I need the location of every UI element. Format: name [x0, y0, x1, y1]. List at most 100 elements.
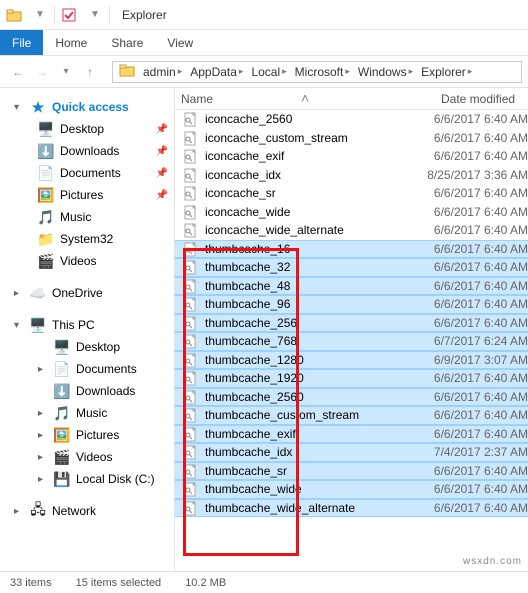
- chevron-right-icon[interactable]: ▸: [239, 66, 244, 77]
- downloads-icon: ⬇️: [38, 143, 54, 159]
- file-row[interactable]: thumbcache_2566/6/2017 6:40 AM: [175, 314, 528, 333]
- ribbon-tab-home[interactable]: Home: [43, 30, 99, 55]
- up-button[interactable]: ↑: [78, 60, 102, 84]
- checkbox-icon[interactable]: [59, 4, 79, 26]
- file-row[interactable]: iconcache_25606/6/2017 6:40 AM: [175, 110, 528, 129]
- file-row[interactable]: thumbcache_idx7/4/2017 2:37 AM: [175, 443, 528, 462]
- file-name: thumbcache_1920: [205, 371, 434, 385]
- nav-quick-access[interactable]: ▾★Quick access: [0, 96, 174, 118]
- nav-desktop[interactable]: 🖥️Desktop📌: [0, 118, 174, 140]
- file-date: 6/6/2017 6:40 AM: [434, 390, 528, 404]
- nav-pc-downloads[interactable]: ▸⬇️Downloads: [0, 380, 174, 402]
- nav-system32[interactable]: 📁System32: [0, 228, 174, 250]
- file-date: 6/6/2017 6:40 AM: [434, 186, 528, 200]
- ribbon-tab-file[interactable]: File: [0, 30, 43, 55]
- nav-pc-videos[interactable]: ▸🎬Videos: [0, 446, 174, 468]
- file-name: thumbcache_96: [205, 297, 434, 311]
- file-date: 6/6/2017 6:40 AM: [434, 131, 528, 145]
- status-bar: 33 items 15 items selected 10.2 MB: [0, 571, 528, 593]
- file-row[interactable]: thumbcache_25606/6/2017 6:40 AM: [175, 388, 528, 407]
- nav-pictures[interactable]: 🖼️Pictures📌: [0, 184, 174, 206]
- pictures-icon: 🖼️: [38, 187, 54, 203]
- nav-onedrive[interactable]: ▸☁️OneDrive: [0, 282, 174, 304]
- file-row[interactable]: thumbcache_12806/9/2017 3:07 AM: [175, 351, 528, 370]
- file-row[interactable]: iconcache_custom_stream6/6/2017 6:40 AM: [175, 129, 528, 148]
- desktop-icon: 🖥️: [38, 121, 54, 137]
- db-file-icon: [183, 296, 199, 312]
- nav-network[interactable]: ▸🖧Network: [0, 500, 174, 522]
- file-name: iconcache_wide: [205, 205, 434, 219]
- folder-icon[interactable]: [4, 4, 24, 26]
- pin-icon: 📌: [156, 124, 168, 135]
- ribbon-tab-view[interactable]: View: [155, 30, 205, 55]
- nav-videos[interactable]: 🎬Videos: [0, 250, 174, 272]
- file-row[interactable]: thumbcache_wide_alternate6/6/2017 6:40 A…: [175, 499, 528, 518]
- title-bar: ▼ ▼ Explorer: [0, 0, 528, 30]
- file-name: thumbcache_custom_stream: [205, 408, 434, 422]
- videos-icon: 🎬: [38, 253, 54, 269]
- status-size: 10.2 MB: [185, 577, 226, 589]
- file-row[interactable]: thumbcache_166/6/2017 6:40 AM: [175, 240, 528, 259]
- file-row[interactable]: thumbcache_486/6/2017 6:40 AM: [175, 277, 528, 296]
- back-button[interactable]: ←: [6, 60, 30, 84]
- network-icon: 🖧: [30, 503, 46, 519]
- file-row[interactable]: iconcache_exif6/6/2017 6:40 AM: [175, 147, 528, 166]
- db-file-icon: [183, 500, 199, 516]
- db-file-icon: [183, 407, 199, 423]
- nav-pc-pictures[interactable]: ▸🖼️Pictures: [0, 424, 174, 446]
- file-list[interactable]: iconcache_25606/6/2017 6:40 AMiconcache_…: [175, 110, 528, 571]
- nav-music[interactable]: 🎵Music: [0, 206, 174, 228]
- navigation-pane: ▾★Quick access 🖥️Desktop📌 ⬇️Downloads📌 📄…: [0, 88, 175, 571]
- file-date: 8/25/2017 3:36 AM: [427, 168, 528, 182]
- nav-pc-music[interactable]: ▸🎵Music: [0, 402, 174, 424]
- file-row[interactable]: iconcache_wide6/6/2017 6:40 AM: [175, 203, 528, 222]
- recent-dropdown-icon[interactable]: ▾: [54, 60, 78, 84]
- ribbon-tab-share[interactable]: Share: [99, 30, 155, 55]
- db-file-icon: [183, 463, 199, 479]
- nav-local-disk[interactable]: ▸💾Local Disk (C:): [0, 468, 174, 490]
- nav-pc-documents[interactable]: ▸📄Documents: [0, 358, 174, 380]
- chevron-right-icon[interactable]: ▸: [178, 66, 183, 77]
- crumb-item: Explorer▸: [417, 65, 476, 79]
- file-row[interactable]: iconcache_sr6/6/2017 6:40 AM: [175, 184, 528, 203]
- file-name: thumbcache_32: [205, 260, 434, 274]
- chevron-right-icon[interactable]: ▸: [282, 66, 287, 77]
- column-header-name[interactable]: Name˄: [181, 92, 441, 106]
- breadcrumb[interactable]: admin▸ AppData▸ Local▸ Microsoft▸ Window…: [112, 61, 522, 83]
- file-name: thumbcache_16: [205, 242, 434, 256]
- pin-icon: 📌: [156, 146, 168, 157]
- file-row[interactable]: thumbcache_7686/7/2017 6:24 AM: [175, 332, 528, 351]
- file-row[interactable]: iconcache_wide_alternate6/6/2017 6:40 AM: [175, 221, 528, 240]
- file-date: 6/6/2017 6:40 AM: [434, 371, 528, 385]
- chevron-right-icon[interactable]: ▸: [345, 66, 350, 77]
- window-title: Explorer: [122, 8, 167, 22]
- file-row[interactable]: thumbcache_wide6/6/2017 6:40 AM: [175, 480, 528, 499]
- file-name: thumbcache_wide: [205, 482, 434, 496]
- file-row[interactable]: thumbcache_exif6/6/2017 6:40 AM: [175, 425, 528, 444]
- chevron-right-icon[interactable]: ▸: [409, 66, 414, 77]
- pc-icon: 🖥️: [30, 317, 46, 333]
- toggle-dropdown-icon[interactable]: ▼: [30, 4, 50, 26]
- toggle-dropdown-icon[interactable]: ▼: [85, 4, 105, 26]
- crumb-item: admin▸: [139, 65, 186, 79]
- chevron-right-icon[interactable]: ▸: [468, 66, 473, 77]
- file-row[interactable]: thumbcache_966/6/2017 6:40 AM: [175, 295, 528, 314]
- file-row[interactable]: thumbcache_19206/6/2017 6:40 AM: [175, 369, 528, 388]
- db-file-icon: [183, 204, 199, 220]
- column-header-date[interactable]: Date modified: [441, 92, 528, 106]
- file-row[interactable]: thumbcache_sr6/6/2017 6:40 AM: [175, 462, 528, 481]
- nav-pc-desktop[interactable]: ▸🖥️Desktop: [0, 336, 174, 358]
- disk-icon: 💾: [54, 471, 70, 487]
- file-date: 6/6/2017 6:40 AM: [434, 408, 528, 422]
- file-name: iconcache_wide_alternate: [205, 223, 434, 237]
- nav-documents[interactable]: 📄Documents📌: [0, 162, 174, 184]
- forward-button[interactable]: →: [30, 60, 54, 84]
- file-row[interactable]: iconcache_idx8/25/2017 3:36 AM: [175, 166, 528, 185]
- downloads-icon: ⬇️: [54, 383, 70, 399]
- nav-downloads[interactable]: ⬇️Downloads📌: [0, 140, 174, 162]
- nav-thispc[interactable]: ▾🖥️This PC: [0, 314, 174, 336]
- file-row[interactable]: thumbcache_326/6/2017 6:40 AM: [175, 258, 528, 277]
- file-name: thumbcache_256: [205, 316, 434, 330]
- file-row[interactable]: thumbcache_custom_stream6/6/2017 6:40 AM: [175, 406, 528, 425]
- music-icon: 🎵: [54, 405, 70, 421]
